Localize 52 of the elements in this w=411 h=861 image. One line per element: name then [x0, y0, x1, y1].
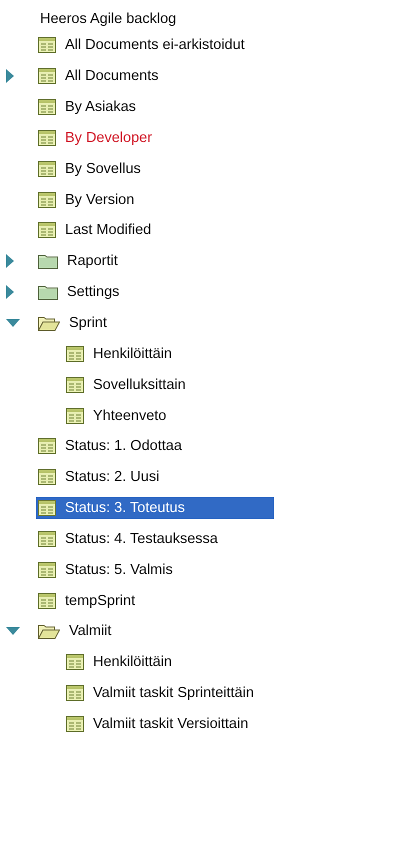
open-folder-icon — [38, 623, 60, 640]
expand-arrow-icon[interactable] — [6, 69, 14, 84]
view-icon — [38, 130, 56, 146]
tree-item[interactable]: All Documents — [36, 65, 274, 88]
view-icon — [38, 37, 56, 54]
folder-icon — [38, 284, 58, 300]
tree-item[interactable]: All Documents ei-arkistoidut — [36, 34, 274, 56]
view-icon — [66, 685, 84, 702]
tree-item[interactable]: By Version — [36, 188, 274, 211]
view-icon — [38, 438, 56, 454]
collapse-arrow-icon[interactable] — [6, 318, 20, 328]
tree-item[interactable]: Valmiit — [36, 620, 274, 642]
tree-item[interactable]: Status: 5. Valmis — [36, 558, 274, 581]
tree-item[interactable]: Raportit — [36, 250, 274, 272]
view-icon — [38, 562, 56, 578]
tree-item[interactable]: tempSprint — [36, 590, 274, 612]
expand-arrow-icon[interactable] — [6, 285, 14, 300]
tree-title: Heeros Agile backlog — [39, 10, 178, 29]
tree-item[interactable]: By Sovellus — [36, 158, 274, 180]
tree-item[interactable]: Henkilöittäin — [64, 651, 302, 674]
tree-item[interactable]: Status: 4. Testauksessa — [36, 528, 274, 550]
tree-item[interactable]: Sprint — [36, 312, 274, 334]
tree-item[interactable]: Yhteenveto — [64, 404, 302, 427]
view-icon — [38, 500, 56, 516]
view-icon — [38, 160, 56, 177]
tree-item[interactable]: Valmiit taskit Sprinteittäin — [64, 682, 302, 704]
tree-item[interactable]: By Developer — [36, 126, 274, 149]
view-icon — [66, 654, 84, 670]
view-icon — [38, 68, 56, 84]
tree-item[interactable]: Last Modified — [36, 219, 274, 242]
tree-item[interactable]: Status: 2. Uusi — [36, 466, 274, 488]
open-folder-icon — [38, 315, 60, 332]
view-icon — [38, 192, 56, 208]
view-icon — [38, 592, 56, 609]
view-icon — [38, 469, 56, 486]
collapse-arrow-icon[interactable] — [6, 626, 20, 636]
tree-item[interactable]: Status: 3. Toteutus — [36, 497, 274, 520]
tree-item[interactable]: Status: 1. Odottaa — [36, 435, 274, 458]
view-icon — [38, 99, 56, 116]
view-icon — [38, 222, 56, 238]
tree-item[interactable]: Sovelluksittain — [64, 374, 302, 396]
tree-item[interactable]: Henkilöittäin — [64, 342, 302, 365]
expand-arrow-icon[interactable] — [6, 254, 14, 268]
tree-item[interactable]: By Asiakas — [36, 96, 274, 118]
view-icon — [38, 530, 56, 547]
view-icon — [66, 346, 84, 362]
view-icon — [66, 716, 84, 732]
tree-item[interactable]: Valmiit taskit Versioittain — [64, 712, 302, 735]
folder-icon — [38, 253, 58, 270]
view-icon — [66, 376, 84, 393]
view-icon — [66, 408, 84, 424]
tree-item[interactable]: Settings — [36, 281, 274, 304]
